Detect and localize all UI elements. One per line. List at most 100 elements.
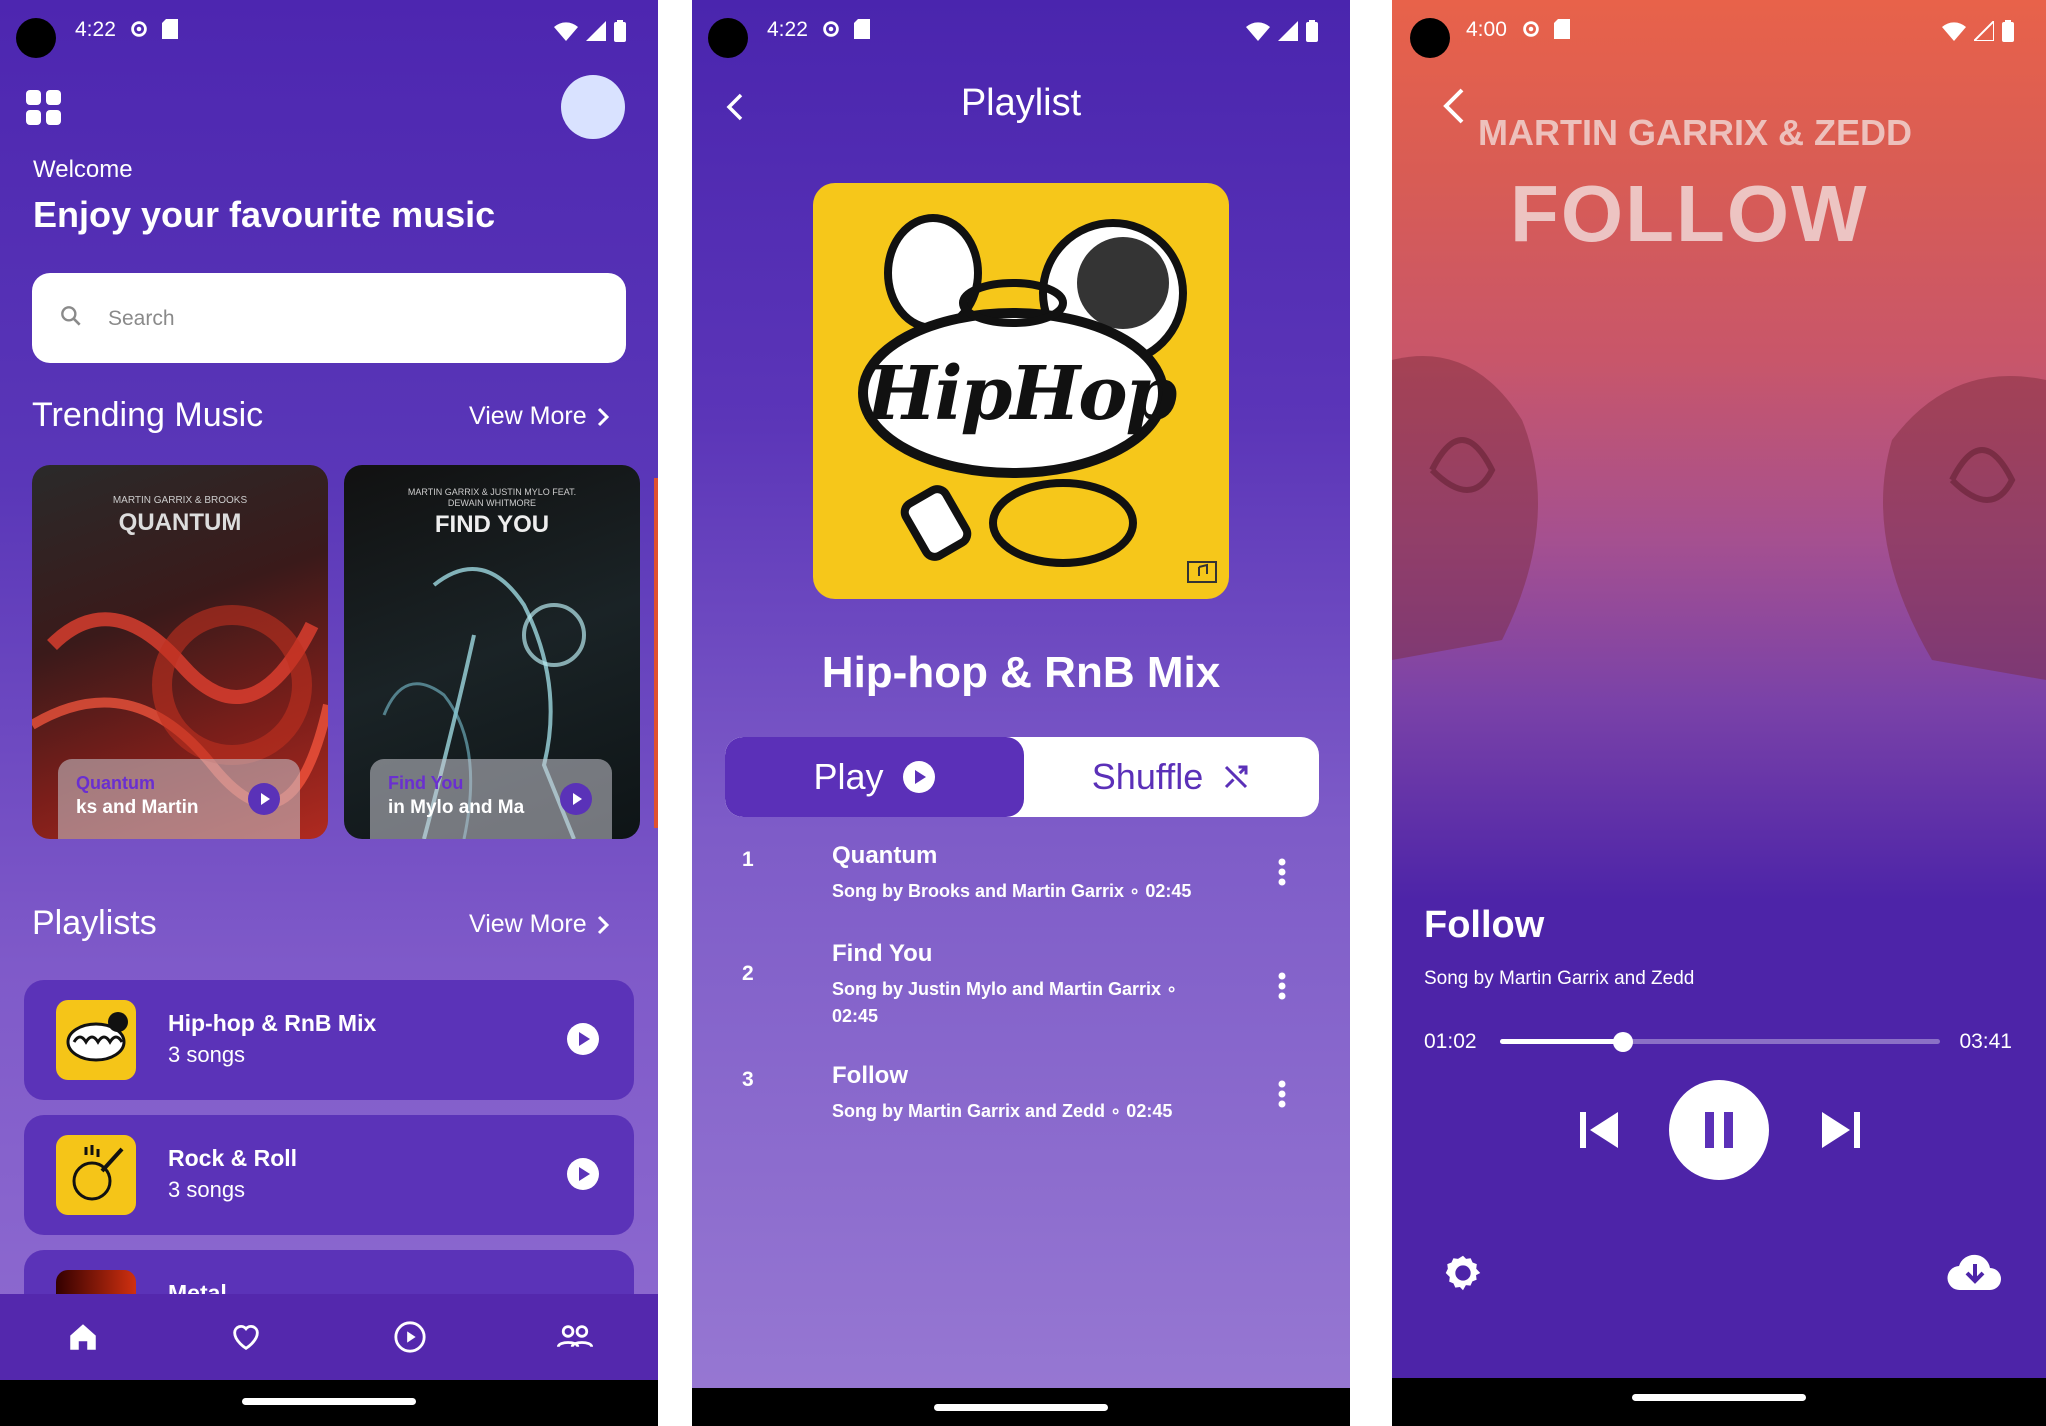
seek-bar-thumb[interactable] <box>1613 1032 1634 1052</box>
wifi-icon <box>1942 22 1966 41</box>
play-circle-icon[interactable] <box>393 1320 427 1354</box>
current-time: 01:02 <box>1424 1030 1477 1053</box>
card-art-title: FIND YOU <box>434 511 550 538</box>
status-time: 4:22 <box>767 18 808 41</box>
track-number: 2 <box>742 962 754 985</box>
wifi-icon <box>554 22 578 41</box>
track-title: Find You <box>832 940 933 967</box>
bottom-nav <box>0 1294 658 1386</box>
camera-cutout <box>16 18 56 58</box>
home-background: 4:22 Welcome Enjoy your favourite music … <box>0 0 658 1386</box>
card-art-artist: MARTIN GARRIX & JUSTIN MYLO FEAT. DEWAIN… <box>407 487 577 508</box>
sdcard-status-icon <box>1554 19 1570 39</box>
skip-next-icon[interactable] <box>1820 1110 1862 1150</box>
card-play-button[interactable] <box>560 783 592 815</box>
system-nav-bar <box>1392 1378 2046 1426</box>
shuffle-button[interactable]: Shuffle <box>1024 737 1319 817</box>
shuffle-icon <box>1225 765 1248 789</box>
play-label: Play <box>813 756 884 797</box>
trending-view-more[interactable]: View More <box>469 402 609 431</box>
gear-icon[interactable] <box>1440 1250 1486 1296</box>
play-circle-icon <box>902 761 935 793</box>
song-artist: Song by Martin Garrix and Zedd <box>1424 968 1695 989</box>
more-vert-icon[interactable] <box>1278 1080 1286 1108</box>
home-icon[interactable] <box>66 1320 100 1354</box>
home-gesture-pill[interactable] <box>242 1398 416 1405</box>
system-nav-bar <box>0 1380 658 1426</box>
trending-card[interactable]: MARTIN GARRIX & BROOKS QUANTUM Quantum k… <box>32 465 328 839</box>
play-circle-icon[interactable] <box>566 1157 600 1191</box>
search-input[interactable]: Search <box>32 273 626 363</box>
playlist-screen: 4:22 Playlist HipHop Hip-hop & RnB Mix P… <box>692 0 1350 1426</box>
camera-cutout <box>708 18 748 58</box>
cloud-download-icon[interactable] <box>1946 1252 2004 1292</box>
card-play-button[interactable] <box>248 783 280 815</box>
track-subtitle: Song by Brooks and Martin Garrix ∘ 02:45 <box>832 881 1192 901</box>
sdcard-status-icon <box>162 19 178 39</box>
playlist-count: 3 songs <box>168 1177 246 1202</box>
signal-icon <box>1278 21 1298 41</box>
play-shuffle-toggle: Play Shuffle <box>725 737 1319 817</box>
people-icon[interactable] <box>557 1320 593 1354</box>
next-card-edge <box>654 478 658 828</box>
status-bar: 4:00 <box>1392 0 2046 62</box>
card-subtitle: in Mylo and Ma <box>388 797 525 818</box>
hiphop-art-icon <box>66 1012 128 1062</box>
more-vert-icon[interactable] <box>1278 972 1286 1000</box>
card-art-artist: MARTIN GARRIX & BROOKS <box>112 495 248 506</box>
back-arrow-icon[interactable] <box>1442 86 1466 126</box>
more-vert-icon[interactable] <box>1278 858 1286 886</box>
home-screen: 4:22 Welcome Enjoy your favourite music … <box>0 0 658 1426</box>
card-title: Find You <box>388 773 464 793</box>
play-circle-icon[interactable] <box>566 1022 600 1056</box>
shuffle-label: Shuffle <box>1091 756 1204 797</box>
track-subtitle: Song by Martin Garrix and Zedd ∘ 02:45 <box>832 1101 1173 1121</box>
cover-art-text: HipHop <box>866 351 1178 437</box>
home-gesture-pill[interactable] <box>1632 1394 1806 1401</box>
view-more-label: View More <box>469 910 587 938</box>
track-title: Follow <box>832 1062 908 1089</box>
pause-button[interactable] <box>1669 1080 1769 1180</box>
settings-status-icon <box>823 21 839 37</box>
playlist-background: 4:22 Playlist HipHop Hip-hop & RnB Mix P… <box>692 0 1350 1388</box>
heart-icon[interactable] <box>229 1320 263 1354</box>
card-art-title: QUANTUM <box>118 509 242 536</box>
status-bar: 4:22 <box>0 0 658 62</box>
playlist-item[interactable]: Hip-hop & RnB Mix 3 songs <box>24 980 634 1100</box>
playlist-count: 3 songs <box>168 1042 246 1067</box>
card-overlay: Quantum ks and Martin <box>58 759 300 839</box>
seek-bar[interactable] <box>1500 1032 1940 1052</box>
playlist-item[interactable]: Rock & Roll 3 songs <box>24 1115 634 1235</box>
battery-icon <box>1306 20 1318 42</box>
playlists-view-more[interactable]: View More <box>469 910 609 939</box>
card-overlay: Find You in Mylo and Ma <box>370 759 612 839</box>
playlist-name: Rock & Roll <box>168 1145 298 1171</box>
welcome-text: Welcome <box>33 156 133 183</box>
signal-icon <box>1974 21 1994 41</box>
playlist-name: Hip-hop & RnB Mix <box>821 648 1221 697</box>
track-number: 3 <box>742 1068 754 1091</box>
card-subtitle: ks and Martin <box>76 797 199 818</box>
trending-title: Trending Music <box>32 396 264 434</box>
chevron-right-icon <box>597 407 609 426</box>
playlist-name: Hip-hop & RnB Mix <box>168 1010 377 1036</box>
music-badge-icon <box>1187 561 1217 583</box>
card-title: Quantum <box>76 773 155 793</box>
playlist-thumbnail <box>56 1135 136 1215</box>
rock-guitar-icon <box>72 1145 124 1201</box>
album-cover-background: MARTIN GARRIX & ZEDD FOLLOW <box>1392 0 2046 900</box>
view-more-label: View More <box>469 402 587 430</box>
pause-icon <box>1705 1112 1733 1148</box>
trending-card[interactable]: MARTIN GARRIX & JUSTIN MYLO FEAT. DEWAIN… <box>344 465 640 839</box>
battery-icon <box>2002 20 2014 42</box>
track-number: 1 <box>742 848 754 871</box>
home-gesture-pill[interactable] <box>934 1404 1108 1411</box>
system-nav-bar <box>692 1388 1350 1426</box>
skip-previous-icon[interactable] <box>1578 1110 1620 1150</box>
search-icon <box>61 306 81 326</box>
grid-menu-icon[interactable] <box>26 90 62 126</box>
playlists-title: Playlists <box>32 904 157 942</box>
track-subtitle: Song by Justin Mylo and Martin Garrix ∘ … <box>832 979 1178 1026</box>
play-button[interactable]: Play <box>725 737 1024 817</box>
avatar[interactable] <box>561 75 625 139</box>
